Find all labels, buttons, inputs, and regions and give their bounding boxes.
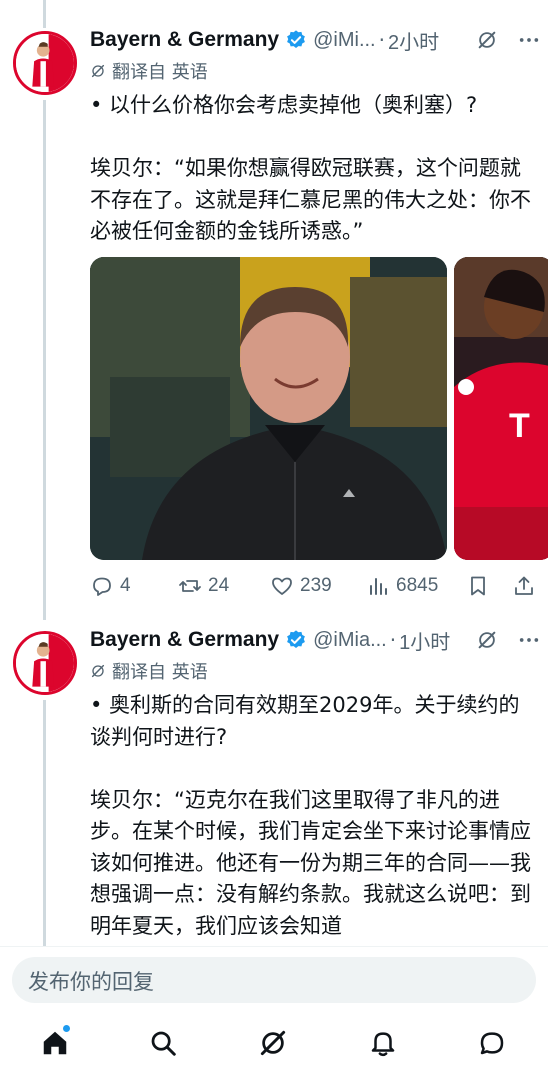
svg-text:T: T (509, 407, 530, 445)
search-icon (151, 1031, 176, 1056)
reply-count: 4 (120, 575, 131, 596)
like-count: 239 (300, 575, 332, 596)
separator-dot: · (378, 28, 385, 52)
like-button[interactable]: 239 (270, 570, 332, 602)
share-icon (515, 576, 533, 595)
author-handle[interactable]: @iMi... (313, 29, 376, 52)
bookmark-icon (471, 576, 485, 596)
tab-search[interactable] (148, 1028, 180, 1060)
grok-small-icon (91, 664, 105, 678)
timestamp[interactable]: 2小时 (388, 26, 439, 55)
translated-indicator[interactable]: 翻译自 英语 (90, 58, 208, 84)
author-handle[interactable]: @iMia... (313, 629, 387, 652)
tab-notifications[interactable] (368, 1028, 400, 1060)
tweet-photo[interactable] (90, 257, 447, 560)
reply-button[interactable]: 4 (90, 570, 131, 602)
tweet-text: • 以什么价格你会考虑卖掉他（奥利塞）? 埃贝尔：“如果你想赢得欧冠联赛，这个问… (90, 93, 531, 243)
views-button[interactable]: 6845 (366, 570, 438, 602)
share-button[interactable] (512, 570, 542, 602)
notification-dot (62, 1024, 71, 1033)
view-count: 6845 (396, 575, 439, 596)
repost-button[interactable]: 24 (178, 570, 229, 602)
tweet-text: • 奥利斯的合同有效期至2029年。关于续约的谈判何时进行? 埃贝尔：“迈克尔在… (90, 693, 531, 938)
tweet[interactable]: Bayern & Germany @iMia... · 1小时 翻译自 英语 •… (0, 620, 548, 950)
bell-icon (371, 1032, 395, 1057)
reply-input[interactable]: 发布你的回复 (12, 957, 536, 1003)
avatar[interactable] (13, 31, 77, 95)
tweet-header: Bayern & Germany @iMi... · 2小时 (90, 24, 540, 56)
grok-icon[interactable] (476, 29, 498, 51)
grok-small-icon (91, 64, 105, 78)
reply-icon (93, 577, 111, 596)
bookmark-button[interactable] (466, 570, 496, 602)
tweet-photo[interactable]: T (454, 257, 548, 560)
repost-icon (179, 580, 201, 592)
heart-icon (272, 577, 292, 595)
translated-label: 翻译自 英语 (112, 62, 208, 83)
verified-badge-icon (287, 30, 305, 48)
avatar[interactable] (13, 631, 77, 695)
tab-grok[interactable] (258, 1028, 290, 1060)
timestamp[interactable]: 1小时 (399, 626, 450, 655)
chat-bubble-icon (480, 1032, 504, 1055)
repost-count: 24 (208, 575, 230, 596)
reply-composer: 发布你的回复 (0, 946, 548, 1016)
verified-badge-icon (287, 630, 305, 648)
separator-dot: · (389, 628, 397, 652)
more-options-icon[interactable] (518, 29, 540, 51)
bottom-tab-bar (0, 1016, 548, 1080)
tweet-header: Bayern & Germany @iMia... · 1小时 (90, 624, 540, 656)
author-name[interactable]: Bayern & Germany (90, 28, 279, 52)
translated-indicator[interactable]: 翻译自 英语 (90, 658, 208, 684)
grok-icon[interactable] (476, 629, 498, 651)
tab-messages[interactable] (477, 1028, 509, 1060)
tweet[interactable]: Bayern & Germany @iMi... · 2小时 翻译自 英语 • … (0, 0, 548, 620)
grok-icon (260, 1030, 286, 1056)
tab-home[interactable] (40, 1024, 72, 1060)
action-bar: 4 24 239 6845 (90, 570, 538, 602)
more-options-icon[interactable] (518, 629, 540, 651)
views-chart-icon (370, 578, 387, 595)
author-name[interactable]: Bayern & Germany (90, 628, 279, 652)
translated-label: 翻译自 英语 (112, 662, 208, 683)
